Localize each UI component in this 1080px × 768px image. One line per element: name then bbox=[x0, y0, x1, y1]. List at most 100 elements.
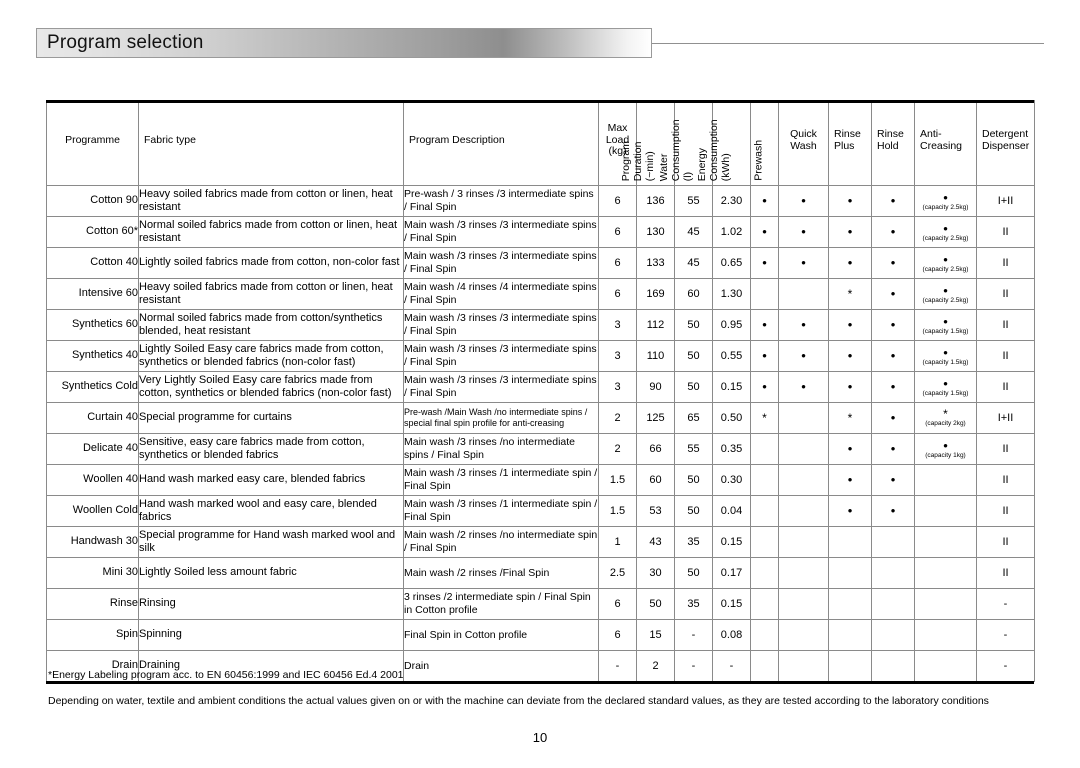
col-header-rinse-hold-label: Rinse Hold bbox=[872, 128, 914, 158]
cell-program-description: Main wash /3 rinses /1 intermediate spin… bbox=[403, 495, 599, 527]
cell-water-consumption: 50 bbox=[674, 495, 713, 527]
table-row[interactable]: Synthetics 60 Normal soiled fabrics made … bbox=[46, 309, 1035, 341]
cell-quick-wash: • bbox=[778, 216, 829, 248]
cell-rinse-hold: • bbox=[871, 340, 915, 372]
col-header-quick-wash: Quick Wash bbox=[778, 100, 829, 186]
cell-programme: Curtain 40 bbox=[46, 402, 139, 434]
cell-max-load: 6 bbox=[598, 619, 637, 651]
table-row[interactable]: Delicate 40 Sensitive, easy care fabrics … bbox=[46, 433, 1035, 465]
table-row[interactable]: Intensive 60 Heavy soiled fabrics made fr… bbox=[46, 278, 1035, 310]
table-row[interactable]: Curtain 40 Special programme for curtains… bbox=[46, 402, 1035, 434]
anti-creasing-capacity-label: (capacity 1kg) bbox=[925, 451, 966, 459]
bullet-icon: • bbox=[847, 317, 853, 332]
bullet-icon: • bbox=[801, 348, 806, 363]
table-row[interactable]: Cotton 40 Lightly soiled fabrics made fro… bbox=[46, 247, 1035, 279]
cell-programme: Spin bbox=[46, 619, 139, 651]
cell-program-description: Pre-wash / 3 rinses /3 intermediate spin… bbox=[403, 185, 599, 217]
cell-quick-wash bbox=[778, 464, 829, 496]
cell-rinse-plus: • bbox=[828, 185, 872, 217]
table-header-row: Programme Fabric type Program Descriptio… bbox=[46, 100, 1035, 186]
cell-programme: Rinse bbox=[46, 588, 139, 620]
cell-rinse-hold bbox=[871, 619, 915, 651]
rinseplus-line-2: Plus bbox=[834, 139, 855, 152]
table-row[interactable]: Spin Spinning Final Spin in Cotton profile… bbox=[46, 619, 1035, 651]
col-header-prewash-label: Prewash bbox=[752, 140, 765, 181]
cell-fabric-type: Special programme for Hand wash marked w… bbox=[138, 526, 404, 558]
water-line-3: (l) bbox=[680, 171, 693, 181]
page-title: Program selection bbox=[47, 32, 204, 53]
duration-line-1: Program bbox=[619, 140, 632, 181]
cell-programme: Woollen 40 bbox=[46, 464, 139, 496]
bullet-icon: • bbox=[762, 348, 767, 363]
bullet-icon: • bbox=[943, 220, 948, 236]
cell-program-description: Main wash /2 rinses /no intermediate spi… bbox=[403, 526, 599, 558]
cell-program-duration: 125 bbox=[636, 402, 675, 434]
table-row[interactable]: Synthetics 40 Lightly Soiled Easy care fa… bbox=[46, 340, 1035, 372]
cell-energy-consumption: 0.50 bbox=[712, 402, 751, 434]
cell-prewash: • bbox=[750, 340, 779, 372]
cell-rinse-plus bbox=[828, 557, 872, 589]
cell-rinse-plus: • bbox=[828, 433, 872, 465]
cell-program-description: Main wash /3 rinses /3 intermediate spin… bbox=[403, 340, 599, 372]
cell-quick-wash: • bbox=[778, 371, 829, 403]
cell-prewash bbox=[750, 619, 779, 651]
table-row[interactable]: Mini 30 Lightly Soiled less amount fabric… bbox=[46, 557, 1035, 589]
cell-quick-wash bbox=[778, 619, 829, 651]
bullet-icon: • bbox=[890, 410, 896, 425]
cell-anti-creasing: • (capacity 1.5kg) bbox=[914, 309, 977, 341]
page-header: Program selection bbox=[36, 28, 1044, 60]
cell-programme: Synthetics Cold bbox=[46, 371, 139, 403]
asterisk-icon: * bbox=[762, 410, 767, 425]
table-row[interactable]: Cotton 60* Normal soiled fabrics made fro… bbox=[46, 216, 1035, 248]
cell-programme: Synthetics 40 bbox=[46, 340, 139, 372]
table-row[interactable]: Woollen Cold Hand wash marked wool and ea… bbox=[46, 495, 1035, 527]
cell-rinse-hold: • bbox=[871, 371, 915, 403]
bullet-icon: • bbox=[943, 282, 948, 298]
cell-water-consumption: 50 bbox=[674, 309, 713, 341]
cell-max-load: 3 bbox=[598, 309, 637, 341]
cell-rinse-plus: • bbox=[828, 247, 872, 279]
cell-max-load: 1.5 bbox=[598, 495, 637, 527]
col-header-fabric-type-label: Fabric type bbox=[144, 133, 196, 146]
quickwash-line-2: Wash bbox=[790, 139, 817, 152]
bullet-icon: • bbox=[890, 503, 896, 518]
cell-rinse-hold: • bbox=[871, 495, 915, 527]
bullet-icon: • bbox=[890, 472, 896, 487]
table-row[interactable]: Rinse Rinsing 3 rinses /2 intermediate spi… bbox=[46, 588, 1035, 620]
cell-rinse-plus bbox=[828, 619, 872, 651]
table-row[interactable]: Handwash 30 Special programme for Hand wa… bbox=[46, 526, 1035, 558]
cell-detergent-dispenser: I+II bbox=[976, 402, 1035, 434]
table-row[interactable]: Synthetics Cold Very Lightly Soiled Easy … bbox=[46, 371, 1035, 403]
col-header-program-description: Program Description bbox=[403, 100, 599, 186]
asterisk-icon: * bbox=[847, 410, 853, 425]
anti-creasing-capacity-label: (capacity 2kg) bbox=[925, 420, 966, 428]
col-header-detergent-dispenser: Detergent Dispenser bbox=[976, 100, 1035, 186]
anti-creasing-capacity-label: (capacity 1.5kg) bbox=[922, 327, 969, 335]
duration-line-3: (~min) bbox=[642, 150, 655, 181]
cell-rinse-hold bbox=[871, 526, 915, 558]
col-header-detergent-dispenser-label: Detergent Dispenser bbox=[977, 128, 1034, 158]
cell-prewash: • bbox=[750, 216, 779, 248]
cell-prewash: * bbox=[750, 402, 779, 434]
cell-prewash bbox=[750, 495, 779, 527]
cell-detergent-dispenser: II bbox=[976, 371, 1035, 403]
cell-program-description: Pre-wash /Main Wash /no intermediate spi… bbox=[403, 402, 599, 434]
cell-rinse-plus: • bbox=[828, 371, 872, 403]
cell-program-description: Main wash /3 rinses /1 intermediate spin… bbox=[403, 464, 599, 496]
bullet-icon: • bbox=[847, 503, 853, 518]
cell-program-duration: 112 bbox=[636, 309, 675, 341]
cell-program-duration: 50 bbox=[636, 588, 675, 620]
cell-detergent-dispenser: II bbox=[976, 247, 1035, 279]
cell-rinse-plus: • bbox=[828, 495, 872, 527]
cell-water-consumption: 55 bbox=[674, 433, 713, 465]
cell-rinse-plus bbox=[828, 526, 872, 558]
cell-anti-creasing: • (capacity 2.5kg) bbox=[914, 185, 977, 217]
cell-max-load: 6 bbox=[598, 278, 637, 310]
cell-detergent-dispenser: II bbox=[976, 495, 1035, 527]
cell-energy-consumption: 0.55 bbox=[712, 340, 751, 372]
table-row[interactable]: Woollen 40 Hand wash marked easy care, bl… bbox=[46, 464, 1035, 496]
cell-prewash bbox=[750, 433, 779, 465]
table-row[interactable]: Cotton 90 Heavy soiled fabrics made from … bbox=[46, 185, 1035, 217]
cell-rinse-hold: • bbox=[871, 216, 915, 248]
cell-programme: Cotton 40 bbox=[46, 247, 139, 279]
